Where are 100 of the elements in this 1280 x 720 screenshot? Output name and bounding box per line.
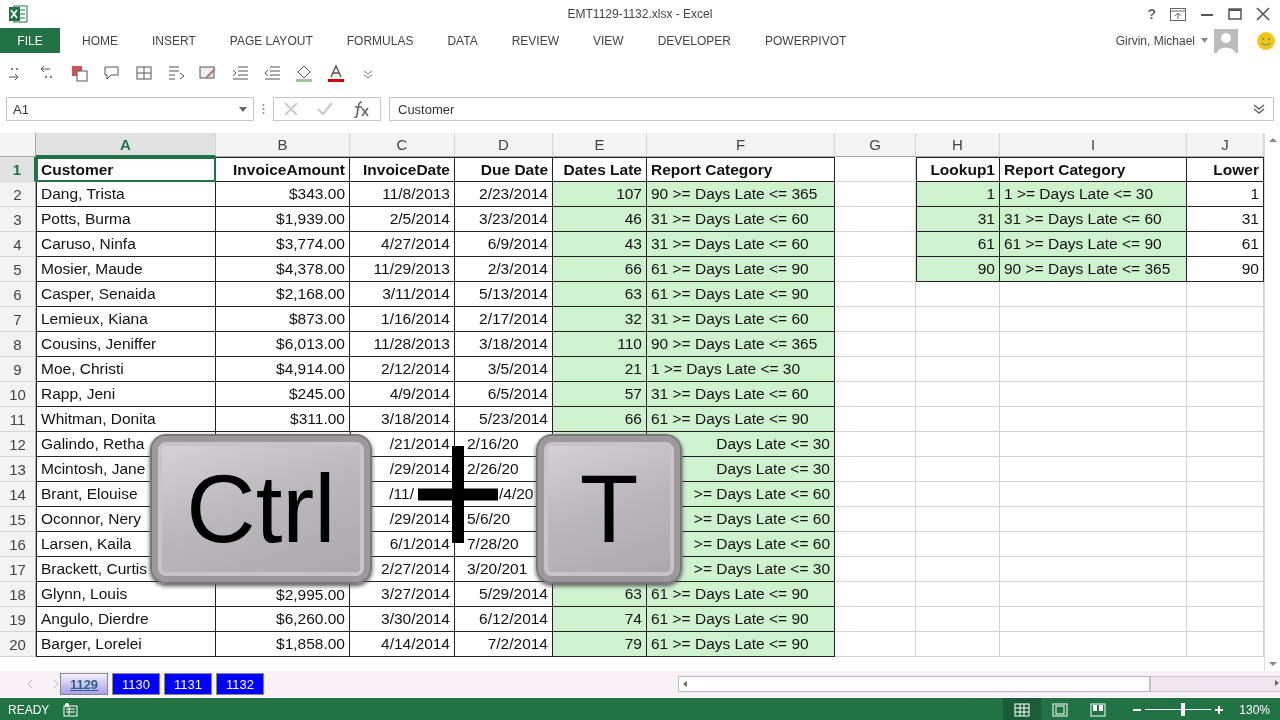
table-cell[interactable]: 31: [1187, 207, 1264, 232]
borders-icon[interactable]: [134, 64, 154, 82]
row-header[interactable]: 1: [0, 157, 36, 182]
header-cell[interactable]: Lower: [1187, 157, 1264, 182]
table-cell[interactable]: 61 >= Days Late <= 90: [647, 407, 835, 432]
table-cell[interactable]: $1,858.00: [216, 632, 350, 657]
empty-cell[interactable]: [1187, 632, 1264, 657]
table-cell[interactable]: Dang, Trista: [36, 182, 216, 207]
row-header[interactable]: 4: [0, 232, 36, 257]
table-cell[interactable]: 11/29/2013: [350, 257, 455, 282]
table-cell[interactable]: 5/6/20: [467, 510, 511, 528]
select-all-button[interactable]: [0, 133, 36, 157]
table-cell[interactable]: 31 >= Days Late <= 60: [647, 382, 835, 407]
empty-cell[interactable]: [916, 582, 1000, 607]
format-painter-icon[interactable]: [198, 64, 218, 82]
table-cell[interactable]: 1/16/2014: [350, 307, 455, 332]
column-header[interactable]: A: [36, 133, 216, 157]
empty-cell[interactable]: [916, 307, 1000, 332]
table-cell[interactable]: 61: [916, 232, 1000, 257]
table-cell[interactable]: Angulo, Dierdre: [36, 607, 216, 632]
empty-cell[interactable]: [1187, 532, 1264, 557]
empty-cell[interactable]: [1000, 307, 1187, 332]
ribbon-tab[interactable]: REVIEW: [489, 33, 571, 48]
table-cell[interactable]: 90 >= Days Late <= 365: [647, 332, 835, 357]
table-cell[interactable]: 57: [553, 382, 647, 407]
empty-cell[interactable]: [1187, 432, 1264, 457]
row-header[interactable]: 15: [0, 507, 36, 532]
empty-cell[interactable]: [1187, 382, 1264, 407]
table-cell[interactable]: 63: [553, 282, 647, 307]
sheet-tab[interactable]: 1129: [60, 673, 108, 695]
table-cell[interactable]: 107: [553, 182, 647, 207]
table-cell[interactable]: 66: [553, 257, 647, 282]
empty-cell[interactable]: [1000, 557, 1187, 582]
empty-cell[interactable]: [835, 157, 916, 182]
table-cell[interactable]: 46: [553, 207, 647, 232]
check-icon[interactable]: [316, 101, 334, 117]
row-header[interactable]: 17: [0, 557, 36, 582]
outdent-icon[interactable]: [262, 64, 282, 82]
empty-cell[interactable]: [916, 332, 1000, 357]
table-cell[interactable]: /4/20: [499, 485, 534, 503]
column-header[interactable]: F: [647, 133, 835, 157]
row-header[interactable]: 16: [0, 532, 36, 557]
table-cell[interactable]: 90: [1187, 257, 1264, 282]
table-cell[interactable]: $2,168.00: [216, 282, 350, 307]
row-header[interactable]: 7: [0, 307, 36, 332]
table-cell[interactable]: 1: [1187, 182, 1264, 207]
table-cell[interactable]: 90: [916, 257, 1000, 282]
table-cell[interactable]: Cousins, Jeniffer: [36, 332, 216, 357]
file-tab[interactable]: FILE: [0, 28, 60, 53]
table-cell[interactable]: Potts, Burma: [36, 207, 216, 232]
header-cell[interactable]: Report Category: [647, 157, 835, 182]
table-cell[interactable]: $1,939.00: [216, 207, 350, 232]
empty-cell[interactable]: [1187, 607, 1264, 632]
caret-icon[interactable]: [1201, 38, 1208, 43]
table-cell[interactable]: 61 >= Days Late <= 90: [647, 582, 835, 607]
table-cell[interactable]: Rapp, Jeni: [36, 382, 216, 407]
table-cell[interactable]: $873.00: [216, 307, 350, 332]
table-cell[interactable]: 74: [553, 607, 647, 632]
empty-cell[interactable]: [1000, 632, 1187, 657]
empty-cell[interactable]: [916, 282, 1000, 307]
insert-function-icon[interactable]: [351, 100, 372, 118]
empty-cell[interactable]: [916, 507, 1000, 532]
zoom-level[interactable]: 130%: [1239, 702, 1270, 717]
table-cell[interactable]: $4,378.00: [216, 257, 350, 282]
empty-cell[interactable]: [1000, 457, 1187, 482]
empty-cell[interactable]: [916, 482, 1000, 507]
table-cell[interactable]: $343.00: [216, 182, 350, 207]
previous-sheet-icon[interactable]: [26, 679, 34, 689]
table-cell[interactable]: 61 >= Days Late <= 90: [1000, 232, 1187, 257]
table-cell[interactable]: Casper, Senaida: [36, 282, 216, 307]
view-button[interactable]: [1003, 698, 1042, 720]
empty-cell[interactable]: [1000, 432, 1187, 457]
row-header[interactable]: 19: [0, 607, 36, 632]
table-cell[interactable]: 4/14/2014: [350, 632, 455, 657]
empty-cell[interactable]: [1187, 557, 1264, 582]
next-sheet-icon[interactable]: [52, 679, 60, 689]
font-color-icon[interactable]: [326, 64, 346, 82]
empty-cell[interactable]: [1187, 457, 1264, 482]
table-cell[interactable]: 31: [916, 207, 1000, 232]
table-cell[interactable]: 61 >= Days Late <= 90: [647, 257, 835, 282]
zoom-thumb[interactable]: [1180, 703, 1185, 716]
table-cell[interactable]: 90 >= Days Late <= 365: [1000, 257, 1187, 282]
empty-cell[interactable]: [1000, 407, 1187, 432]
table-cell[interactable]: 1 >= Days Late <= 30: [1000, 182, 1187, 207]
empty-cell[interactable]: [1187, 407, 1264, 432]
wrap-text-icon[interactable]: [166, 64, 186, 82]
ribbon-tab[interactable]: INSERT: [130, 33, 208, 48]
empty-cell[interactable]: [916, 432, 1000, 457]
row-header[interactable]: 20: [0, 632, 36, 657]
table-cell[interactable]: 31 >= Days Late <= 60: [647, 307, 835, 332]
dropdown-icon[interactable]: [239, 106, 247, 112]
maximize-icon[interactable]: [1228, 8, 1242, 20]
row-header[interactable]: 2: [0, 182, 36, 207]
ribbon-tab[interactable]: DATA: [425, 33, 490, 48]
empty-cell[interactable]: [916, 532, 1000, 557]
row-header[interactable]: 5: [0, 257, 36, 282]
row-header[interactable]: 11: [0, 407, 36, 432]
expand-icon[interactable]: [1253, 104, 1265, 114]
column-header[interactable]: G: [835, 133, 916, 157]
empty-cell[interactable]: [916, 382, 1000, 407]
